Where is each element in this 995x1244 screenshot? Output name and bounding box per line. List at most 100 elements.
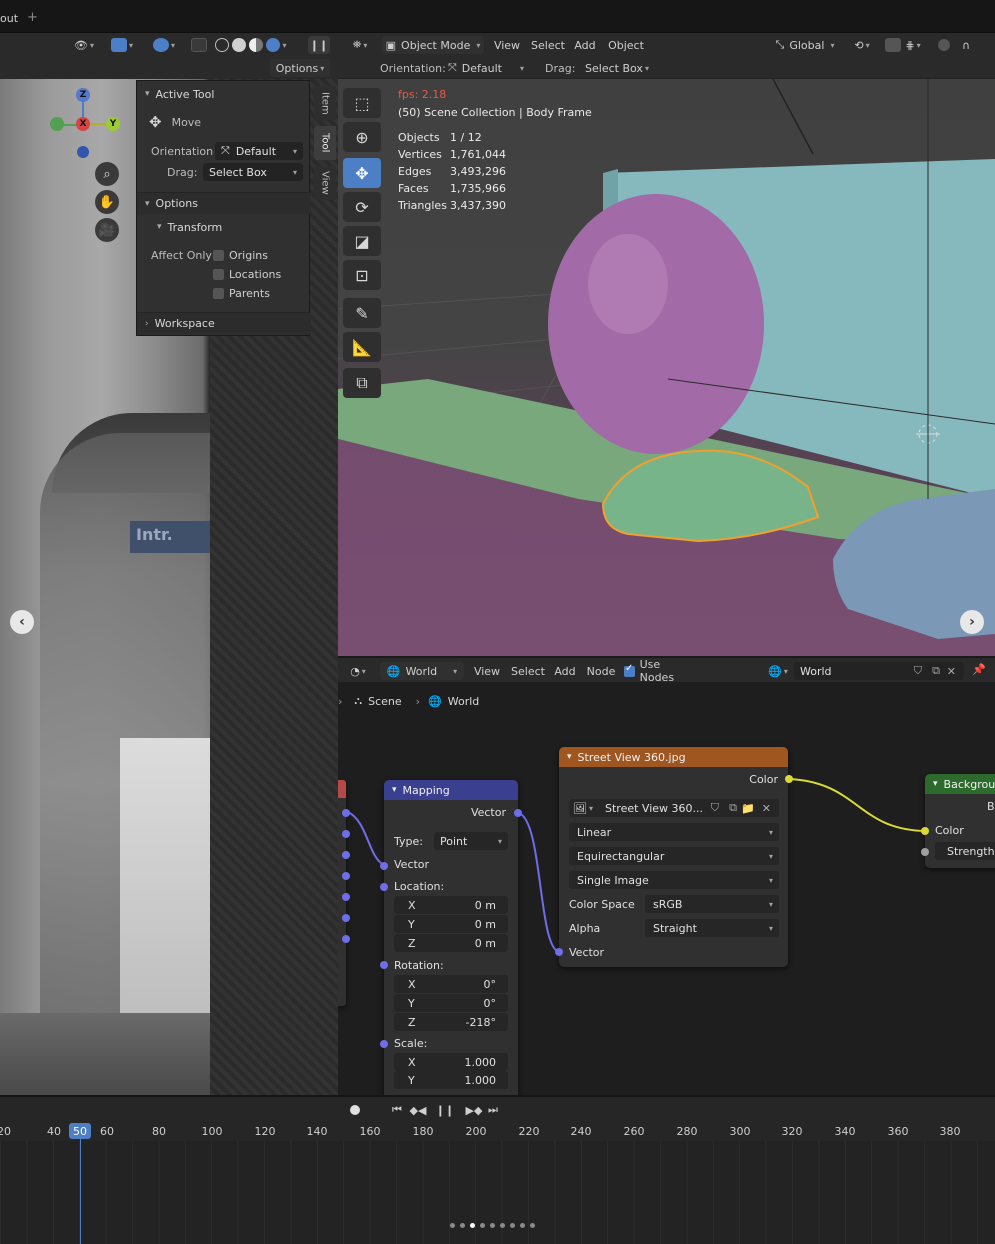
ne-menu-node[interactable]: Node <box>584 662 618 680</box>
node-editor-type-dropdown[interactable]: ◔ ▾ <box>344 662 372 680</box>
close-icon[interactable]: ✕ <box>762 802 771 815</box>
annotate-tool-icon[interactable]: ✎ <box>343 298 381 328</box>
pause-playback-button[interactable]: ❙❙ <box>436 1101 454 1119</box>
background-strength-input-socket[interactable] <box>921 848 929 856</box>
location-x-field[interactable]: X 0 m <box>394 896 508 914</box>
tab-item[interactable]: Item <box>314 86 336 120</box>
jump-start-button[interactable]: ⏮ <box>390 1101 404 1119</box>
vp-orientation-dropdown[interactable]: ⤧ Default ▾ <box>442 59 530 77</box>
fake-user-shield-icon[interactable]: ⛉ <box>711 801 719 815</box>
playhead-line[interactable] <box>80 1139 81 1244</box>
options-section-header[interactable]: ▾ Options <box>137 192 311 214</box>
ne-menu-add[interactable]: Add <box>552 662 578 680</box>
mapping-node-header[interactable]: ▾ Mapping <box>384 780 518 800</box>
image-texture-node-header[interactable]: ▾ Street View 360.jpg <box>559 747 788 767</box>
interpolation-dropdown[interactable]: Linear ▾ <box>569 823 779 841</box>
rotation-y-field[interactable]: Y 0° <box>394 994 508 1012</box>
carousel-dot[interactable] <box>490 1223 495 1228</box>
add-cube-tool-icon[interactable]: ⧉ <box>343 368 381 398</box>
rotation-x-field[interactable]: X 0° <box>394 975 508 993</box>
visibility-dropdown[interactable]: 👁 ▾ <box>70 36 98 54</box>
rotation-z-field[interactable]: Z -218° <box>394 1013 508 1031</box>
stub-socket[interactable] <box>342 935 350 943</box>
transform-tool-icon[interactable]: ⊡ <box>343 260 381 290</box>
menu-add[interactable]: Add <box>572 36 598 54</box>
duplicate-icon[interactable]: ⧉ <box>932 664 940 678</box>
tab-tool[interactable]: Tool <box>314 126 336 160</box>
ne-menu-view[interactable]: View <box>472 662 502 680</box>
current-frame-indicator[interactable]: 50 <box>69 1123 91 1139</box>
menu-object[interactable]: Object <box>606 36 646 54</box>
move-tool-row[interactable]: ✥ Move <box>137 111 311 133</box>
cursor-tool-icon[interactable]: ⊕ <box>343 122 381 152</box>
vp-drag-dropdown[interactable]: Select Box ▾ <box>584 59 650 77</box>
menu-select[interactable]: Select <box>530 36 566 54</box>
options-dropdown[interactable]: Options ▾ <box>270 59 330 77</box>
carousel-dot[interactable] <box>460 1223 465 1228</box>
source-dropdown[interactable]: Single Image ▾ <box>569 871 779 889</box>
rendered-shading-icon[interactable] <box>266 38 281 52</box>
pan-hand-icon[interactable]: ✋ <box>95 190 119 214</box>
timeline-body[interactable] <box>0 1141 995 1244</box>
world-name-field[interactable]: World ⛉ ⧉ ✕ <box>794 662 964 680</box>
workspace-section-header[interactable]: › Workspace <box>137 312 311 334</box>
solid-shading-icon[interactable] <box>232 38 247 52</box>
scale-x-field[interactable]: X 1.000 <box>394 1053 508 1071</box>
pivot-dropdown[interactable]: ⟲ ▾ <box>848 36 876 54</box>
image-texture-node[interactable]: ▾ Street View 360.jpg Color 🖼 ▾ Street Vie… <box>559 747 788 967</box>
mapping-type-dropdown[interactable]: Point ▾ <box>434 832 508 850</box>
mapping-vector-input-socket[interactable] <box>380 862 388 870</box>
background-color-input-socket[interactable] <box>921 827 929 835</box>
menu-view[interactable]: View <box>492 36 522 54</box>
carousel-dot[interactable] <box>520 1223 525 1228</box>
measure-tool-icon[interactable]: 📐 <box>343 332 381 362</box>
carousel-dot[interactable] <box>500 1223 505 1228</box>
use-nodes-checkbox[interactable] <box>624 663 635 677</box>
ne-menu-select[interactable]: Select <box>510 662 546 680</box>
parents-checkbox[interactable] <box>213 287 224 299</box>
carousel-dot[interactable] <box>530 1223 535 1228</box>
location-y-field[interactable]: Y 0 m <box>394 915 508 933</box>
carousel-dot[interactable] <box>510 1223 515 1228</box>
carousel-prev-button[interactable]: ‹ <box>10 610 34 634</box>
proportional-edit-toggle[interactable] <box>936 36 952 54</box>
timeline-ruler[interactable]: 20 40 60 80 100 120 140 160 180 200 220 … <box>0 1121 995 1141</box>
stub-socket[interactable] <box>342 893 350 901</box>
stub-socket[interactable] <box>342 914 350 922</box>
close-icon[interactable]: ✕ <box>947 665 956 678</box>
navigation-gizmo[interactable]: Z X Y <box>44 86 128 160</box>
workspace-tab[interactable]: out <box>0 12 18 25</box>
add-workspace-icon[interactable]: + <box>27 10 38 25</box>
stub-socket[interactable] <box>342 872 350 880</box>
gizmo-neg-z-axis[interactable] <box>77 146 89 158</box>
locations-checkbox[interactable] <box>213 268 224 280</box>
origins-checkbox[interactable] <box>213 249 224 261</box>
active-tool-header[interactable]: ▾ Active Tool <box>137 83 311 105</box>
stub-socket[interactable] <box>342 830 350 838</box>
rotate-tool-icon[interactable]: ⟳ <box>343 192 381 222</box>
prev-keyframe-button[interactable]: ◆◀ <box>408 1101 428 1119</box>
background-node[interactable]: ▾ Backgrou B Color Strength <box>925 774 995 868</box>
carousel-dot[interactable] <box>480 1223 485 1228</box>
overlay-toggle[interactable]: ▾ <box>146 36 182 54</box>
carousel-next-button[interactable]: › <box>960 610 984 634</box>
duplicate-icon[interactable]: ⧉ <box>729 801 737 815</box>
mapping-scale-socket[interactable] <box>380 1040 388 1048</box>
gizmo-z-axis[interactable]: Z <box>76 88 90 102</box>
world-browse-dropdown[interactable]: 🌐 ▾ <box>764 662 792 680</box>
stub-socket[interactable] <box>342 809 350 817</box>
scale-tool-icon[interactable]: ◪ <box>343 226 381 256</box>
carousel-dot[interactable] <box>450 1223 455 1228</box>
folder-icon[interactable]: 📁 <box>741 802 755 815</box>
mode-dropdown[interactable]: ▣ Object Mode ▾ <box>382 36 484 54</box>
shader-type-dropdown[interactable]: 🌐 World ▾ <box>380 662 464 680</box>
mapping-rotation-socket[interactable] <box>380 961 388 969</box>
strength-field[interactable]: Strength <box>935 842 995 860</box>
gizmo-neg-y-axis[interactable] <box>50 117 64 131</box>
next-keyframe-button[interactable]: ▶◆ <box>464 1101 484 1119</box>
background-node-header[interactable]: ▾ Backgrou <box>925 774 995 794</box>
scale-y-field[interactable]: Y 1.000 <box>394 1071 508 1089</box>
mapping-vector-output-socket[interactable] <box>514 809 522 817</box>
color-space-dropdown[interactable]: sRGB ▾ <box>645 895 779 913</box>
jump-end-button[interactable]: ⏭ <box>486 1101 500 1119</box>
